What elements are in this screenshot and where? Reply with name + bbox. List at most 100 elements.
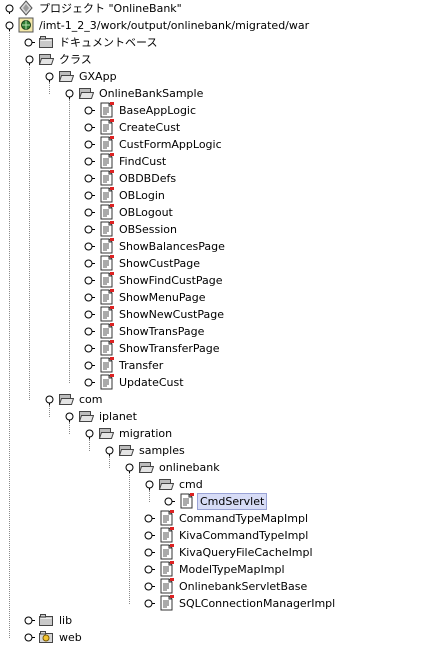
- tree-row[interactable]: lib: [0, 612, 432, 629]
- tree-row[interactable]: BaseAppLogic: [0, 102, 432, 119]
- tree-row[interactable]: web: [0, 629, 432, 646]
- collapse-handle-icon[interactable]: [84, 428, 95, 439]
- collapse-handle-icon[interactable]: [24, 54, 35, 65]
- cmd-node-label[interactable]: cmd: [177, 476, 205, 493]
- tree-row[interactable]: ShowBalancesPage: [0, 238, 432, 255]
- class-file-node-label[interactable]: CommandTypeMapImpl: [177, 510, 310, 527]
- migration-node-label[interactable]: migration: [117, 425, 174, 442]
- collapse-handle-icon[interactable]: [144, 479, 155, 490]
- document-base-node-label[interactable]: ドキュメントベース: [57, 34, 159, 51]
- tree-row[interactable]: ShowNewCustPage: [0, 306, 432, 323]
- collapse-handle-icon[interactable]: [64, 411, 75, 422]
- tree-row[interactable]: FindCust: [0, 153, 432, 170]
- onlinebanksample-node-label[interactable]: OnlineBankSample: [97, 85, 205, 102]
- expand-handle-icon[interactable]: [84, 156, 95, 167]
- tree-row[interactable]: CustFormAppLogic: [0, 136, 432, 153]
- tree-row[interactable]: KivaCommandTypeImpl: [0, 527, 432, 544]
- tree-row[interactable]: Transfer: [0, 357, 432, 374]
- classes-node-label[interactable]: クラス: [57, 51, 94, 68]
- expand-handle-icon[interactable]: [84, 122, 95, 133]
- collapse-handle-icon[interactable]: [104, 445, 115, 456]
- expand-handle-icon[interactable]: [24, 632, 35, 643]
- collapse-handle-icon[interactable]: [4, 3, 15, 14]
- tree-row[interactable]: UpdateCust: [0, 374, 432, 391]
- tree-row[interactable]: ShowFindCustPage: [0, 272, 432, 289]
- class-file-node-label[interactable]: SQLConnectionManagerImpl: [177, 595, 337, 612]
- lib-node-label[interactable]: lib: [57, 612, 74, 629]
- expand-handle-icon[interactable]: [84, 139, 95, 150]
- class-file-node-label[interactable]: Transfer: [117, 357, 165, 374]
- expand-handle-icon[interactable]: [84, 326, 95, 337]
- class-file-node-label[interactable]: OnlinebankServletBase: [177, 578, 309, 595]
- tree-row[interactable]: /imt-1_2_3/work/output/onlinebank/migrat…: [0, 17, 432, 34]
- tree-row[interactable]: OBLogin: [0, 187, 432, 204]
- tree-row[interactable]: cmd: [0, 476, 432, 493]
- tree-row[interactable]: CommandTypeMapImpl: [0, 510, 432, 527]
- web-node-label[interactable]: web: [57, 629, 84, 646]
- expand-handle-icon[interactable]: [84, 343, 95, 354]
- class-file-node-label[interactable]: KivaQueryFileCacheImpl: [177, 544, 315, 561]
- expand-handle-icon[interactable]: [144, 530, 155, 541]
- collapse-handle-icon[interactable]: [4, 20, 15, 31]
- tree-row[interactable]: ModelTypeMapImpl: [0, 561, 432, 578]
- tree-row[interactable]: ShowMenuPage: [0, 289, 432, 306]
- expand-handle-icon[interactable]: [144, 564, 155, 575]
- expand-handle-icon[interactable]: [84, 224, 95, 235]
- expand-handle-icon[interactable]: [144, 513, 155, 524]
- tree-row[interactable]: ShowCustPage: [0, 255, 432, 272]
- class-file-node-label[interactable]: OBDBDefs: [117, 170, 178, 187]
- tree-row[interactable]: CmdServlet: [0, 493, 432, 510]
- onlinebank-node-label[interactable]: onlinebank: [157, 459, 222, 476]
- project-node-label[interactable]: プロジェクト "OnlineBank": [37, 0, 184, 17]
- class-file-node-label[interactable]: ShowTransferPage: [117, 340, 222, 357]
- tree-row[interactable]: CreateCust: [0, 119, 432, 136]
- iplanet-node-label[interactable]: iplanet: [97, 408, 139, 425]
- class-file-node-label[interactable]: BaseAppLogic: [117, 102, 198, 119]
- com-node-label[interactable]: com: [77, 391, 105, 408]
- tree-row[interactable]: com: [0, 391, 432, 408]
- collapse-handle-icon[interactable]: [44, 394, 55, 405]
- class-file-node-label[interactable]: FindCust: [117, 153, 168, 170]
- expand-handle-icon[interactable]: [144, 581, 155, 592]
- class-file-node-label[interactable]: KivaCommandTypeImpl: [177, 527, 310, 544]
- expand-handle-icon[interactable]: [24, 615, 35, 626]
- class-file-node-label[interactable]: CustFormAppLogic: [117, 136, 224, 153]
- class-file-node-label[interactable]: ShowMenuPage: [117, 289, 208, 306]
- tree-row[interactable]: ドキュメントベース: [0, 34, 432, 51]
- class-file-node-label[interactable]: ShowCustPage: [117, 255, 202, 272]
- tree-row[interactable]: OBDBDefs: [0, 170, 432, 187]
- tree-row[interactable]: OBSession: [0, 221, 432, 238]
- class-file-node-label[interactable]: ModelTypeMapImpl: [177, 561, 287, 578]
- war-root-node-label[interactable]: /imt-1_2_3/work/output/onlinebank/migrat…: [37, 17, 311, 34]
- samples-node-label[interactable]: samples: [137, 442, 187, 459]
- tree-row[interactable]: ShowTransferPage: [0, 340, 432, 357]
- class-file-node-label[interactable]: ShowFindCustPage: [117, 272, 225, 289]
- class-file-node-label[interactable]: OBSession: [117, 221, 179, 238]
- collapse-handle-icon[interactable]: [64, 88, 75, 99]
- tree-row[interactable]: samples: [0, 442, 432, 459]
- tree-row[interactable]: onlinebank: [0, 459, 432, 476]
- expand-handle-icon[interactable]: [84, 190, 95, 201]
- tree-row[interactable]: SQLConnectionManagerImpl: [0, 595, 432, 612]
- tree-row[interactable]: OnlinebankServletBase: [0, 578, 432, 595]
- class-file-node-label[interactable]: CmdServlet: [197, 493, 268, 510]
- tree-row[interactable]: iplanet: [0, 408, 432, 425]
- tree-row[interactable]: GXApp: [0, 68, 432, 85]
- expand-handle-icon[interactable]: [84, 105, 95, 116]
- class-file-node-label[interactable]: ShowNewCustPage: [117, 306, 226, 323]
- class-file-node-label[interactable]: ShowBalancesPage: [117, 238, 227, 255]
- class-file-node-label[interactable]: ShowTransPage: [117, 323, 206, 340]
- collapse-handle-icon[interactable]: [44, 71, 55, 82]
- expand-handle-icon[interactable]: [84, 309, 95, 320]
- class-file-node-label[interactable]: UpdateCust: [117, 374, 186, 391]
- class-file-node-label[interactable]: CreateCust: [117, 119, 182, 136]
- class-file-node-label[interactable]: OBLogout: [117, 204, 175, 221]
- tree-row[interactable]: ShowTransPage: [0, 323, 432, 340]
- expand-handle-icon[interactable]: [84, 258, 95, 269]
- expand-handle-icon[interactable]: [84, 275, 95, 286]
- tree-row[interactable]: プロジェクト "OnlineBank": [0, 0, 432, 17]
- expand-handle-icon[interactable]: [84, 377, 95, 388]
- tree-row[interactable]: migration: [0, 425, 432, 442]
- class-file-node-label[interactable]: OBLogin: [117, 187, 167, 204]
- expand-handle-icon[interactable]: [84, 207, 95, 218]
